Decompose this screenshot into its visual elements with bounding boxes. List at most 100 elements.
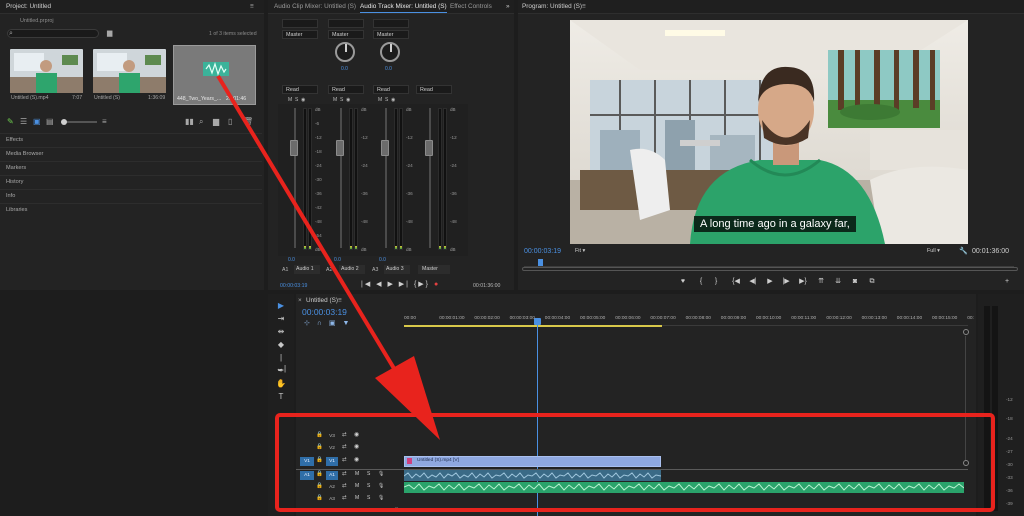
razor-tool-icon[interactable]: ◆	[275, 339, 287, 350]
channel-3-input[interactable]	[373, 19, 409, 28]
find-icon[interactable]: ⌕	[199, 118, 203, 126]
lock-icon[interactable]: 🔒	[316, 495, 323, 501]
effects-panel[interactable]: Effects	[0, 133, 262, 147]
channel-1-automation[interactable]: Read	[282, 85, 318, 94]
add-button-icon[interactable]: +	[1002, 277, 1012, 286]
master-automation[interactable]: Read	[416, 85, 452, 94]
channel-1-msr[interactable]: M S ◉	[288, 97, 305, 103]
freeform-view-icon[interactable]: ▤	[46, 118, 54, 126]
info-panel[interactable]: Info	[0, 189, 262, 203]
channel-2-msr[interactable]: M S ◉	[333, 97, 350, 103]
thumbnail-audio-selected[interactable]: 448_Two_Years_... 26:01:46	[173, 45, 256, 105]
track-header-v1[interactable]: V1 🔒 V1 ⇄ ◉	[296, 456, 404, 467]
channel-1-fader[interactable]	[290, 140, 298, 156]
pencil-icon[interactable]: ✎	[7, 118, 14, 126]
channel-3-automation[interactable]: Read	[373, 85, 409, 94]
solo-track-icon[interactable]: S	[367, 483, 370, 489]
sync-lock-icon[interactable]: ⇄	[342, 483, 347, 489]
project-panel-title[interactable]: Project: Untitled	[6, 3, 51, 10]
sync-lock-icon[interactable]: ⇄	[342, 495, 347, 501]
track-target-a1[interactable]: A1	[326, 471, 338, 480]
lock-icon[interactable]: 🔒	[316, 432, 323, 438]
timeline-scroll-bottom[interactable]	[963, 460, 969, 466]
track-header-a3[interactable]: 🔒 A3 ⇄ M S 🎙	[296, 494, 404, 505]
go-to-in-icon[interactable]: {◀	[731, 277, 741, 286]
lock-icon[interactable]: 🔒	[316, 471, 323, 477]
thumbnail-sequence[interactable]	[93, 49, 166, 93]
quality-dropdown[interactable]: Full ▾	[924, 247, 954, 256]
program-zoom-bar[interactable]	[522, 267, 1018, 271]
pen-tool-icon[interactable]: ✒	[275, 365, 287, 376]
program-monitor-title[interactable]: Program: Untitled (S)	[522, 3, 582, 10]
selection-tool-icon[interactable]: ▶	[275, 300, 287, 311]
timeline-scroll-top[interactable]	[963, 329, 969, 335]
audio-clip-a1[interactable]	[404, 470, 661, 481]
solo-track-icon[interactable]: S	[367, 495, 370, 501]
timeline-tool-icons[interactable]: ⊹∩▣▼	[304, 319, 356, 327]
zoom-slider-handle[interactable]	[61, 119, 67, 125]
track-target-v2[interactable]: V2	[326, 444, 338, 453]
channel-2-automation[interactable]: Read	[328, 85, 364, 94]
zoom-slider[interactable]	[61, 119, 97, 125]
channel-1-input[interactable]	[282, 19, 318, 28]
mixer-timecode[interactable]: 00:00:03:19	[280, 283, 307, 289]
sync-lock-icon[interactable]: ⇄	[342, 432, 347, 438]
zoom-fit-dropdown[interactable]: Fit ▾	[572, 247, 606, 256]
track-select-tool-icon[interactable]: ⇥	[275, 313, 287, 324]
timeline-hscroll-handle[interactable]: ⇔	[393, 505, 400, 512]
tab-audio-track-mixer[interactable]: Audio Track Mixer: Untitled (S)	[360, 3, 447, 13]
voice-over-record-icon[interactable]: 🎙	[378, 471, 384, 477]
search-input[interactable]: ⌕	[7, 29, 99, 38]
thumbnail-clip-1[interactable]	[10, 49, 83, 93]
list-view-icon[interactable]: ☰	[20, 118, 27, 126]
step-forward-icon[interactable]: |▶	[781, 277, 791, 286]
program-timecode[interactable]: 00:00:03:19	[524, 248, 561, 255]
work-area-bar[interactable]	[404, 325, 662, 327]
channel-3-name[interactable]: Audio 3	[384, 265, 410, 274]
track-target-a3[interactable]: A3	[326, 495, 338, 504]
channel-3-fader[interactable]	[381, 140, 389, 156]
channel-2-output[interactable]: Master	[328, 30, 364, 39]
new-item-icon[interactable]: ▯	[228, 118, 232, 126]
markers-panel[interactable]: Markers	[0, 161, 262, 175]
channel-2-name[interactable]: Audio 2	[339, 265, 365, 274]
timeline-timecode[interactable]: 00:00:03:19	[302, 307, 347, 317]
extract-icon[interactable]: ⇊	[833, 277, 843, 286]
export-frame-icon[interactable]: ◙	[850, 277, 860, 286]
program-panel-menu-icon[interactable]: ≡	[582, 3, 586, 10]
step-back-icon[interactable]: ◀|	[748, 277, 758, 286]
mute-track-icon[interactable]: M	[355, 495, 359, 501]
master-fader[interactable]	[425, 140, 433, 156]
icon-view-icon[interactable]: ▣	[33, 118, 41, 126]
sort-icon[interactable]: ≡	[102, 118, 107, 126]
mixer-transport-controls[interactable]: |◀ ◀ ▶ ▶| {▶} ●	[361, 280, 440, 288]
hand-tool-icon[interactable]: ✋	[275, 378, 287, 389]
channel-2-level[interactable]: 0.0	[334, 257, 341, 263]
voice-over-record-icon[interactable]: 🎙	[378, 483, 384, 489]
sync-lock-icon[interactable]: ⇄	[342, 471, 347, 477]
mark-out-icon[interactable]: }	[711, 277, 721, 286]
track-header-a1[interactable]: A1 🔒 A1 ⇄ M S 🎙	[296, 470, 404, 481]
program-scrubber[interactable]	[524, 260, 1014, 267]
ripple-edit-tool-icon[interactable]: ⇹	[275, 326, 287, 337]
sequence-tab-close-icon[interactable]: ×	[298, 297, 302, 304]
panel-overflow-icon[interactable]: »	[506, 3, 510, 10]
toggle-output-eye-icon[interactable]: ◉	[354, 456, 359, 463]
track-header-v2[interactable]: 🔒 V2 ⇄ ◉	[296, 443, 404, 454]
channel-1-pan-knob[interactable]	[335, 42, 355, 62]
tab-audio-clip-mixer[interactable]: Audio Clip Mixer: Untitled (S)	[274, 3, 356, 10]
wrench-icon[interactable]: 🔧	[959, 248, 968, 256]
channel-2-fader[interactable]	[336, 140, 344, 156]
lift-icon[interactable]: ⇈	[816, 277, 826, 286]
libraries-panel[interactable]: Libraries	[0, 203, 262, 217]
video-frame[interactable]: A long time ago in a galaxy far,	[570, 20, 968, 244]
channel-3-msr[interactable]: M S ◉	[378, 97, 395, 103]
track-header-a2[interactable]: 🔒 A2 ⇄ M S 🎙	[296, 482, 404, 493]
new-bin-icon[interactable]: ▆	[107, 30, 112, 38]
lock-icon[interactable]: 🔒	[316, 444, 323, 450]
channel-3-pan-knob[interactable]	[380, 42, 400, 62]
channel-3-output[interactable]: Master	[373, 30, 409, 39]
track-target-v3[interactable]: V3	[326, 432, 338, 441]
type-tool-icon[interactable]: T	[275, 391, 287, 402]
panel-menu-icon[interactable]: ≡	[250, 3, 254, 10]
